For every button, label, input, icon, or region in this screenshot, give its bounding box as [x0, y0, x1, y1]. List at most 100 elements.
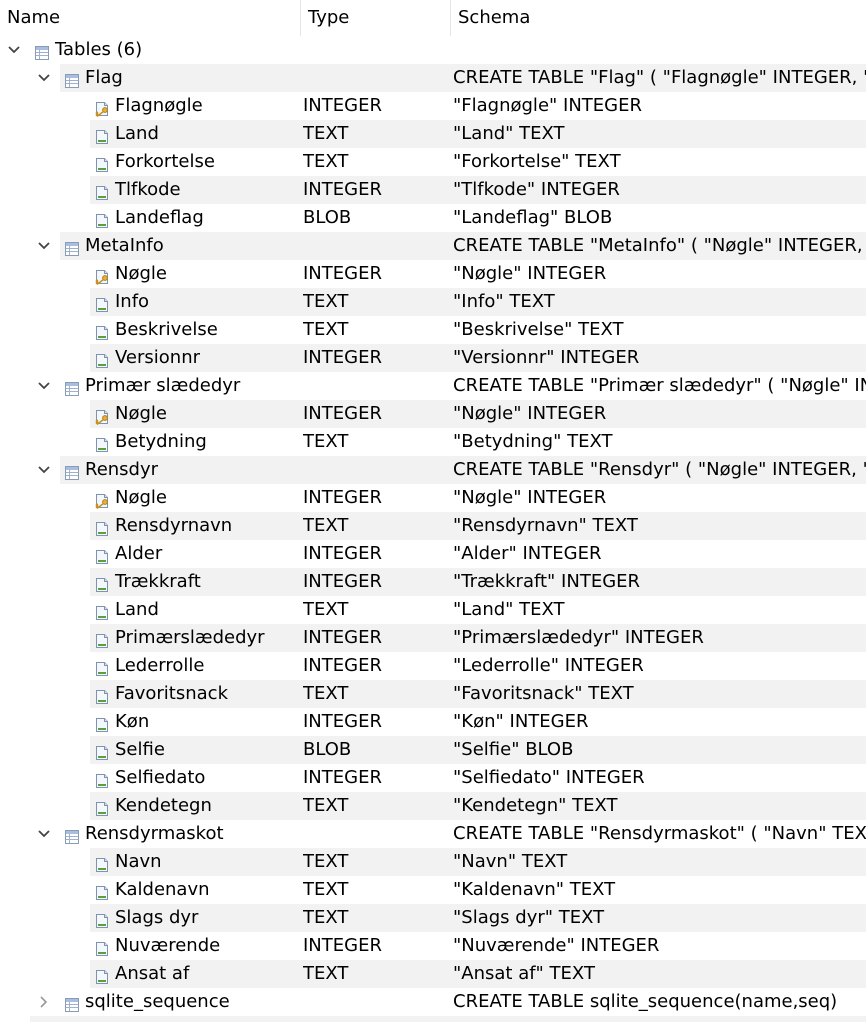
tree-node-label: Tables (6)	[55, 39, 143, 60]
schema-text: "Forkortelse" TEXT	[453, 151, 621, 172]
tree-node-table[interactable]: Flag CREATE TABLE "Flag" ( "Flagnøgle" IN…	[0, 64, 866, 92]
tree-node-field[interactable]: Selfie BLOB "Selfie" BLOB	[0, 736, 866, 764]
schema-text: "Primærslædedyr" INTEGER	[453, 627, 704, 648]
chevron-down-icon[interactable]	[36, 372, 52, 400]
table-icon	[64, 462, 80, 480]
field-icon	[94, 854, 110, 872]
field-name: Favoritsnack	[115, 683, 228, 704]
chevron-right-icon[interactable]	[36, 988, 52, 1016]
tree-node-field[interactable]: Kendetegn TEXT "Kendetegn" TEXT	[0, 792, 866, 820]
field-type: TEXT	[303, 907, 349, 928]
column-header-name[interactable]: Name	[0, 0, 300, 36]
table-icon	[64, 994, 80, 1012]
tree-node-table[interactable]: MetaInfo CREATE TABLE "MetaInfo" ( "Nøgle…	[0, 232, 866, 260]
tree-node-field[interactable]: Primærslædedyr INTEGER "Primærslædedyr" IN…	[0, 624, 866, 652]
field-type: INTEGER	[303, 543, 382, 564]
tree-node-field[interactable]: Køn INTEGER "Køn" INTEGER	[0, 708, 866, 736]
field-name: Betydning	[115, 431, 207, 452]
chevron-down-icon[interactable]	[6, 36, 22, 64]
tree-node-table[interactable]: Primær slædedyr CREATE TABLE "Primær slæd…	[0, 372, 866, 400]
field-icon	[94, 518, 110, 536]
schema-text: "Versionnr" INTEGER	[453, 347, 640, 368]
field-name: Alder	[115, 543, 163, 564]
tree-node-field[interactable]: Betydning TEXT "Betydning" TEXT	[0, 428, 866, 456]
field-type: TEXT	[303, 683, 349, 704]
field-icon	[94, 686, 110, 704]
tree-node-field[interactable]: Kaldenavn TEXT "Kaldenavn" TEXT	[0, 876, 866, 904]
schema-tree: Tables (6) Flag CREATE TABLE "Flag" ( "Fla…	[0, 36, 866, 1016]
schema-text: "Nøgle" INTEGER	[453, 263, 607, 284]
table-name: MetaInfo	[85, 235, 164, 256]
field-type: TEXT	[303, 851, 349, 872]
field-type: INTEGER	[303, 935, 382, 956]
schema-text: "Kendetegn" TEXT	[453, 795, 618, 816]
tree-node-field[interactable]: Rensdyrnavn TEXT "Rensdyrnavn" TEXT	[0, 512, 866, 540]
table-icon	[64, 378, 80, 396]
table-name: Flag	[85, 67, 123, 88]
field-icon	[94, 658, 110, 676]
table-name: sqlite_sequence	[85, 991, 230, 1012]
tree-node-field[interactable]: Land TEXT "Land" TEXT	[0, 120, 866, 148]
tree-node-field[interactable]: Alder INTEGER "Alder" INTEGER	[0, 540, 866, 568]
field-type: INTEGER	[303, 627, 382, 648]
tree-node-field[interactable]: Slags dyr TEXT "Slags dyr" TEXT	[0, 904, 866, 932]
tree-node-table[interactable]: Rensdyr CREATE TABLE "Rensdyr" ( "Nøgle" …	[0, 456, 866, 484]
tree-node-field[interactable]: Nøgle INTEGER "Nøgle" INTEGER	[0, 260, 866, 288]
tree-node-field[interactable]: Versionnr INTEGER "Versionnr" INTEGER	[0, 344, 866, 372]
schema-text: "Beskrivelse" TEXT	[453, 319, 624, 340]
schema-text: CREATE TABLE "MetaInfo" ( "Nøgle" INTEGE…	[453, 235, 863, 256]
chevron-down-icon[interactable]	[36, 64, 52, 92]
column-header-type[interactable]: Type	[300, 0, 450, 36]
field-icon	[94, 126, 110, 144]
tree-node-field[interactable]: Flagnøgle INTEGER "Flagnøgle" INTEGER	[0, 92, 866, 120]
field-icon	[94, 770, 110, 788]
tree-node-field[interactable]: Landeflag BLOB "Landeflag" BLOB	[0, 204, 866, 232]
field-icon	[94, 882, 110, 900]
tree-node-field[interactable]: Navn TEXT "Navn" TEXT	[0, 848, 866, 876]
schema-text: "Land" TEXT	[453, 599, 565, 620]
field-name: Land	[115, 123, 159, 144]
chevron-down-icon[interactable]	[36, 820, 52, 848]
tree-node-field[interactable]: Nøgle INTEGER "Nøgle" INTEGER	[0, 484, 866, 512]
schema-text: "Alder" INTEGER	[453, 543, 602, 564]
tree-node-table[interactable]: sqlite_sequence CREATE TABLE sqlite_seque…	[0, 988, 866, 1016]
tree-node-field[interactable]: Favoritsnack TEXT "Favoritsnack" TEXT	[0, 680, 866, 708]
table-icon	[64, 826, 80, 844]
tree-node-field[interactable]: Nuværende INTEGER "Nuværende" INTEGER	[0, 932, 866, 960]
tree-node-field[interactable]: Forkortelse TEXT "Forkortelse" TEXT	[0, 148, 866, 176]
schema-text: CREATE TABLE "Rensdyrmaskot" ( "Navn" TE…	[453, 823, 866, 844]
row-background	[30, 36, 866, 64]
field-icon	[94, 294, 110, 312]
field-type: INTEGER	[303, 655, 382, 676]
field-name: Forkortelse	[115, 151, 215, 172]
tree-node-field[interactable]: Info TEXT "Info" TEXT	[0, 288, 866, 316]
chevron-down-icon[interactable]	[36, 232, 52, 260]
schema-text: "Flagnøgle" INTEGER	[453, 95, 642, 116]
schema-text: "Nøgle" INTEGER	[453, 403, 607, 424]
field-name: Beskrivelse	[115, 319, 218, 340]
tree-node-field[interactable]: Lederrolle INTEGER "Lederrolle" INTEGER	[0, 652, 866, 680]
table-name: Rensdyr	[85, 459, 159, 480]
field-type: INTEGER	[303, 571, 382, 592]
tree-node-field[interactable]: Land TEXT "Land" TEXT	[0, 596, 866, 624]
column-header-schema[interactable]: Schema	[450, 0, 866, 36]
tree-node-field[interactable]: Trækkraft INTEGER "Trækkraft" INTEGER	[0, 568, 866, 596]
tree-node-field[interactable]: Nøgle INTEGER "Nøgle" INTEGER	[0, 400, 866, 428]
schema-text: "Land" TEXT	[453, 123, 565, 144]
schema-text: "Rensdyrnavn" TEXT	[453, 515, 638, 536]
tree-node-field[interactable]: Ansat af TEXT "Ansat af" TEXT	[0, 960, 866, 988]
chevron-down-icon[interactable]	[36, 456, 52, 484]
field-name: Navn	[115, 851, 162, 872]
tree-node-tables[interactable]: Tables (6)	[0, 36, 866, 64]
tree-node-field[interactable]: Tlfkode INTEGER "Tlfkode" INTEGER	[0, 176, 866, 204]
field-type: BLOB	[303, 739, 352, 760]
field-name: Slags dyr	[115, 907, 199, 928]
tree-node-field[interactable]: Beskrivelse TEXT "Beskrivelse" TEXT	[0, 316, 866, 344]
primary-key-field-icon	[94, 266, 110, 286]
schema-text: "Info" TEXT	[453, 291, 555, 312]
primary-key-field-icon	[94, 490, 110, 510]
field-name: Selfie	[115, 739, 165, 760]
tree-node-table[interactable]: Rensdyrmaskot CREATE TABLE "Rensdyrmaskot…	[0, 820, 866, 848]
field-name: Ansat af	[115, 963, 190, 984]
tree-node-field[interactable]: Selfiedato INTEGER "Selfiedato" INTEGER	[0, 764, 866, 792]
